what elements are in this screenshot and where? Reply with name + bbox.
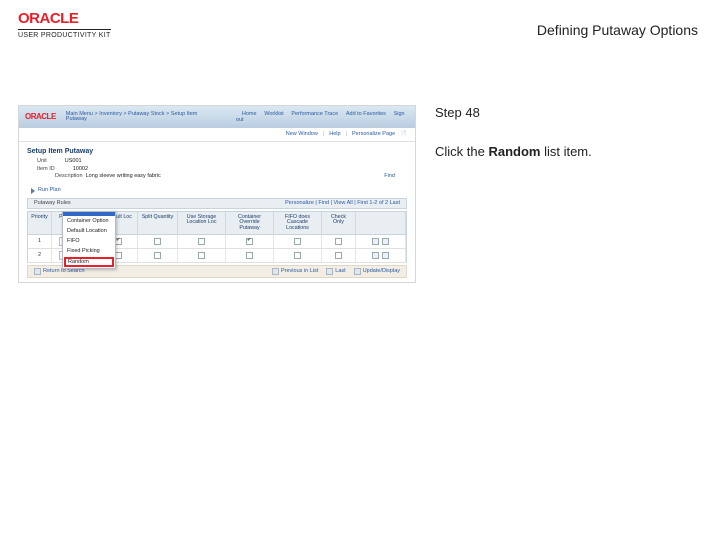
link-personalize[interactable]: Personalize Page	[352, 132, 395, 138]
priority-value: 1	[35, 239, 45, 245]
grid-title: Putaway Rules	[34, 201, 71, 207]
last-button[interactable]: Last	[326, 268, 345, 275]
nav-favorites[interactable]: Add to Favorites	[346, 111, 386, 117]
nav-worklist[interactable]: Worklist	[264, 111, 283, 117]
priority-value: 2	[35, 253, 45, 259]
unit-label: Unit	[37, 159, 47, 165]
fifo-cascade-checkbox[interactable]	[294, 238, 301, 245]
col-split-qty: Split Quantity	[138, 212, 178, 234]
delete-row-button[interactable]	[382, 238, 389, 245]
delete-row-button[interactable]	[382, 252, 389, 259]
run-plan-section[interactable]: Run Plan	[31, 188, 407, 194]
grid-nav[interactable]: Personalize | Find | View All | First 1-…	[285, 201, 400, 207]
fifo-cascade-checkbox[interactable]	[294, 252, 301, 259]
col-use-storage: Use Storage Location Loc	[178, 212, 226, 234]
check-only-checkbox[interactable]	[335, 238, 342, 245]
use-storage-checkbox[interactable]	[198, 252, 205, 259]
col-container-override: Container Override Putaway	[226, 212, 274, 234]
col-check-only: Check Only	[322, 212, 356, 234]
add-row-button[interactable]	[372, 252, 379, 259]
desc-label: Description	[55, 173, 83, 179]
step-instruction: Click the Random list item.	[435, 144, 695, 159]
step-text-bold: Random	[488, 144, 540, 159]
app-global-header: ORACLE Main Menu > Inventory > Putaway S…	[19, 106, 415, 128]
breadcrumb: Main Menu > Inventory > Putaway Stock > …	[66, 112, 216, 123]
dropdown-option-container[interactable]: Container Option	[63, 216, 115, 226]
dropdown-option-fifo[interactable]: FIFO	[63, 236, 115, 246]
find-link[interactable]: Find	[384, 174, 395, 180]
page-title: Setup Item Putaway	[27, 148, 407, 155]
link-new-window[interactable]: New Window	[286, 132, 318, 138]
http-icon: 📄	[400, 132, 407, 138]
dropdown-option-random[interactable]: Random	[64, 257, 114, 267]
check-only-checkbox[interactable]	[335, 252, 342, 259]
nav-perftrace[interactable]: Performance Trace	[291, 111, 338, 117]
default-loc-checkbox[interactable]	[115, 238, 122, 245]
use-storage-checkbox[interactable]	[198, 238, 205, 245]
default-loc-checkbox[interactable]	[115, 252, 122, 259]
lesson-title: Defining Putaway Options	[537, 22, 698, 38]
container-override-checkbox[interactable]	[246, 238, 253, 245]
dropdown-option-default-loc[interactable]: Default Location	[63, 226, 115, 236]
desc-value: Long sleeve writing easy fabric	[86, 173, 161, 179]
oracle-wordmark: ORACLE	[18, 10, 111, 27]
dropdown-option-fixed-picking[interactable]: Fixed Picking	[63, 246, 115, 256]
page-toolbar: New Window| Help| Personalize Page 📄	[19, 128, 415, 142]
split-qty-checkbox[interactable]	[154, 238, 161, 245]
upk-logo: ORACLE USER PRODUCTIVITY KIT	[18, 10, 111, 39]
split-qty-checkbox[interactable]	[154, 252, 161, 259]
item-label: Item ID	[37, 167, 55, 173]
step-text-suffix: list item.	[540, 144, 591, 159]
upk-wordmark: USER PRODUCTIVITY KIT	[18, 29, 111, 39]
update-display-button[interactable]: Update/Display	[354, 268, 400, 275]
item-value: 10002	[73, 167, 88, 173]
unit-value: US001	[65, 159, 82, 165]
app-brand: ORACLE	[25, 113, 56, 121]
instruction-panel: Step 48 Click the Random list item.	[435, 105, 695, 159]
global-nav: Home Worklist Performance Trace Add to F…	[236, 111, 409, 124]
container-override-checkbox[interactable]	[246, 252, 253, 259]
col-fifo-cascade: FIFO does Cascade Locations	[274, 212, 322, 234]
step-number: Step 48	[435, 105, 695, 120]
step-text-prefix: Click the	[435, 144, 488, 159]
nav-home[interactable]: Home	[242, 111, 257, 117]
link-help[interactable]: Help	[329, 132, 340, 138]
col-priority: Priority	[28, 212, 52, 234]
previous-in-list-button[interactable]: Previous in List	[272, 268, 318, 275]
add-row-button[interactable]	[372, 238, 379, 245]
grid-header-bar: Putaway Rules Personalize | Find | View …	[27, 198, 407, 210]
expand-icon	[31, 188, 35, 194]
putaway-rule-dropdown[interactable]: Container Option Default Location FIFO F…	[62, 211, 116, 269]
